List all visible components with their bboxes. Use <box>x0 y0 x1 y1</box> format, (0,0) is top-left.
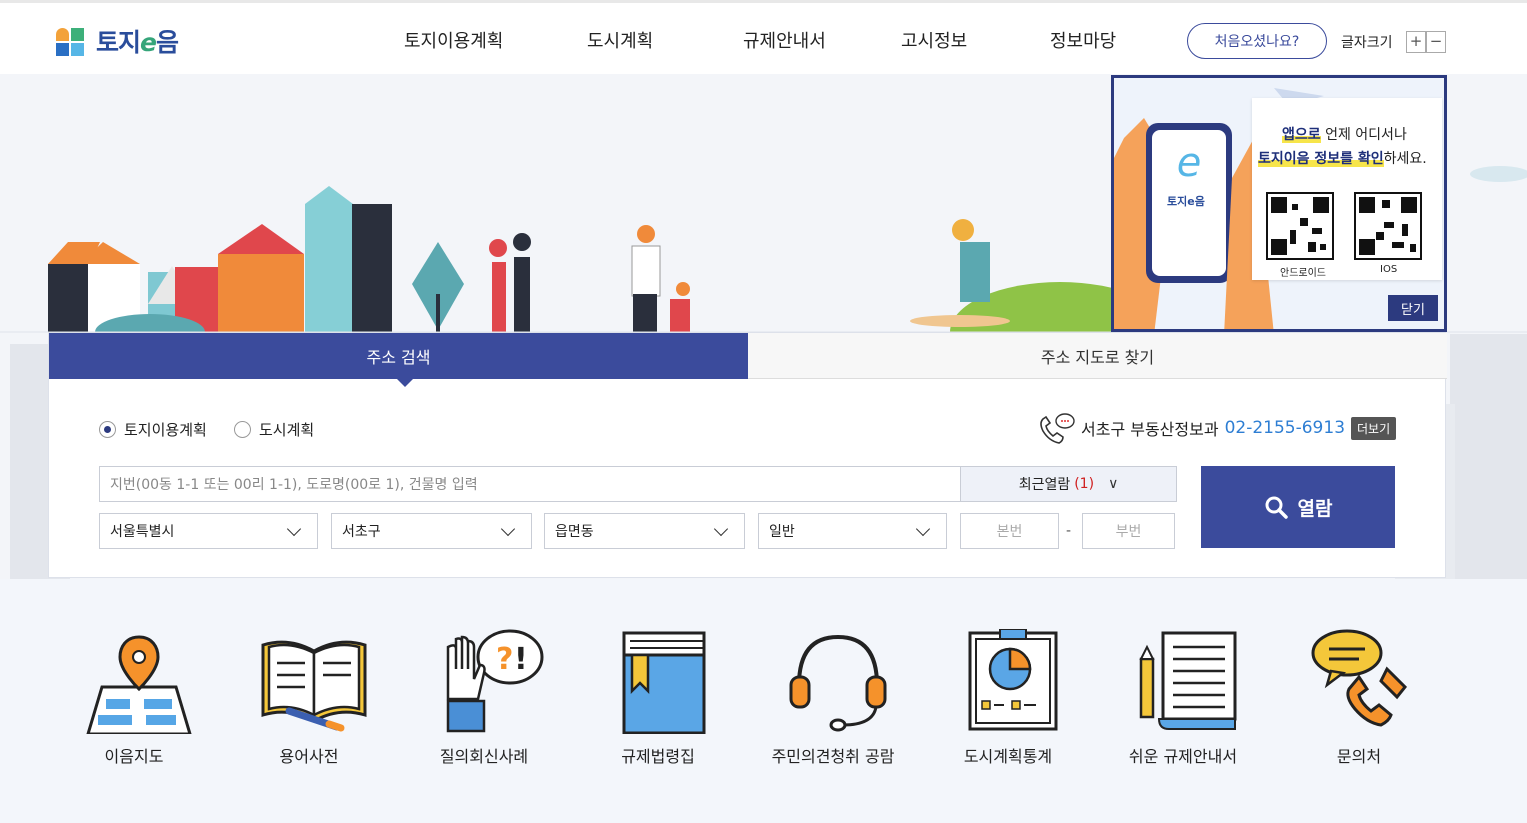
contact-info: 서초구 부동산정보과 02-2155-6913 더보기 <box>1037 411 1397 445</box>
popup-headline-2: 토지이음 정보를 확인하세요. <box>1258 151 1427 167</box>
qr-ios-label: IOS <box>1380 264 1398 275</box>
contact-label: 서초구 부동산정보과 <box>1081 420 1219 439</box>
contact-more-button[interactable]: 더보기 <box>1351 416 1397 440</box>
first-visit-button[interactable]: 처음오셨나요? <box>1187 23 1327 59</box>
radio-urban-plan[interactable]: 도시계획 <box>234 419 314 440</box>
recent-view-count: (1) <box>1074 476 1095 492</box>
quick-item-qna-label: 질의회신사례 <box>439 747 529 766</box>
eupmyeondong-select[interactable]: 읍면동 <box>544 513 745 549</box>
svg-text:!: ! <box>514 642 528 677</box>
radio-land-use[interactable]: 토지이용계획 <box>99 419 207 440</box>
tab-address-search[interactable]: 주소 검색 <box>49 333 748 387</box>
search-panel: 주소 검색 주소 지도로 찾기 토지이용계획 도시계획 서초구 부동산정보과 0… <box>48 332 1447 578</box>
search-icon <box>1265 496 1288 519</box>
tab-map-search[interactable]: 주소 지도로 찾기 <box>748 333 1447 379</box>
logo-mark-icon <box>56 26 86 56</box>
sigungu-value: 서초구 <box>342 524 381 540</box>
radio-checked-icon <box>99 421 116 438</box>
popup-headline-1: 앱으로 언제 어디서나 <box>1282 127 1407 143</box>
document-pencil-icon <box>1139 631 1237 730</box>
popup-app-logo: 토지e음 <box>1167 195 1205 208</box>
quick-item-easy-guide-label: 쉬운 규제안내서 <box>1128 747 1238 766</box>
phone-chat-small-icon <box>1040 413 1075 444</box>
quick-item-map-label: 이음지도 <box>104 747 164 766</box>
chevron-down-icon: ∨ <box>1108 476 1119 492</box>
chevron-down-icon <box>500 521 516 537</box>
pie-board-icon <box>968 629 1058 731</box>
app-promo-popup: e 토지e음 앱으로 언제 어디서나 토지이음 정보를 확인하세요. 안드로이드… <box>1111 75 1447 332</box>
font-decrease-button[interactable]: − <box>1426 31 1446 53</box>
search-button-label: 열람 <box>1297 497 1333 520</box>
number-separator: - <box>1066 523 1072 539</box>
sido-value: 서울특별시 <box>110 524 175 540</box>
recent-view-label: 최근열람 <box>1018 477 1071 493</box>
land-type-value: 일반 <box>769 524 795 540</box>
nav-regulation-guide[interactable]: 규제안내서 <box>743 27 826 53</box>
qr-android-label: 안드로이드 <box>1280 268 1326 279</box>
map-pin-icon <box>86 635 192 734</box>
open-book-icon <box>261 640 367 732</box>
chevron-down-icon <box>713 521 729 537</box>
sub-number-input[interactable]: 부번 <box>1082 513 1175 549</box>
eupmyeondong-value: 읍면동 <box>555 524 594 540</box>
quick-item-statistics-label: 도시계획통계 <box>963 747 1053 766</box>
site-header: 토지e음 토지이용계획 도시계획 규제안내서 고시정보 정보마당 처음오셨나요?… <box>0 0 1527 74</box>
nav-notice[interactable]: 고시정보 <box>901 27 967 53</box>
radio-urban-plan-label: 도시계획 <box>259 421 315 439</box>
search-button[interactable]: 열람 <box>1201 466 1395 548</box>
headset-icon <box>789 634 887 732</box>
qr-android-icon[interactable] <box>1266 192 1334 260</box>
chevron-down-icon <box>915 521 931 537</box>
qr-ios-icon[interactable] <box>1354 192 1422 260</box>
quick-item-public-opinion-label: 주민의견청취 공람 <box>771 747 895 766</box>
quick-item-contact-label: 문의처 <box>1336 747 1382 766</box>
chevron-down-icon <box>286 521 302 537</box>
font-increase-button[interactable]: + <box>1406 31 1426 53</box>
svg-text:e: e <box>1177 140 1202 186</box>
logo-text: 토지e음 <box>96 28 179 57</box>
sigungu-select[interactable]: 서초구 <box>331 513 532 549</box>
contact-phone[interactable]: 02-2155-6913 <box>1225 418 1345 438</box>
nav-info[interactable]: 정보마당 <box>1050 27 1116 53</box>
popup-close-button[interactable]: 닫기 <box>1388 295 1438 321</box>
quick-item-law-label: 규제법령집 <box>621 747 695 766</box>
svg-text:?: ? <box>496 642 513 677</box>
main-number-input[interactable]: 본번 <box>960 513 1059 549</box>
land-type-select[interactable]: 일반 <box>758 513 947 549</box>
quick-item-glossary-label: 용어사전 <box>279 747 339 766</box>
font-size-label: 글자크기 <box>1341 35 1393 51</box>
address-search-input[interactable]: 지번(00동 1-1 또는 00리 1-1), 도로명(00로 1), 건물명 … <box>99 466 961 502</box>
quick-menu: 이음지도 용어사전 ? ! 질의회신사례 규제법령집 주민의견청취 공람 도시계… <box>0 579 1527 823</box>
site-logo[interactable]: 토지e음 <box>56 23 179 59</box>
nav-land-use[interactable]: 토지이용계획 <box>404 27 503 53</box>
question-hand-icon: ? ! <box>446 629 544 733</box>
phone-chat-icon <box>1311 629 1408 727</box>
popup-qr-card: 앱으로 언제 어디서나 토지이음 정보를 확인하세요. 안드로이드 IOS <box>1252 98 1442 280</box>
nav-urban-plan[interactable]: 도시계획 <box>587 27 653 53</box>
radio-land-use-label: 토지이용계획 <box>124 421 207 439</box>
recent-view-dropdown[interactable]: 최근열람 (1) ∨ <box>960 466 1177 502</box>
law-book-icon <box>622 631 706 734</box>
radio-unchecked-icon <box>234 421 251 438</box>
sido-select[interactable]: 서울특별시 <box>99 513 318 549</box>
